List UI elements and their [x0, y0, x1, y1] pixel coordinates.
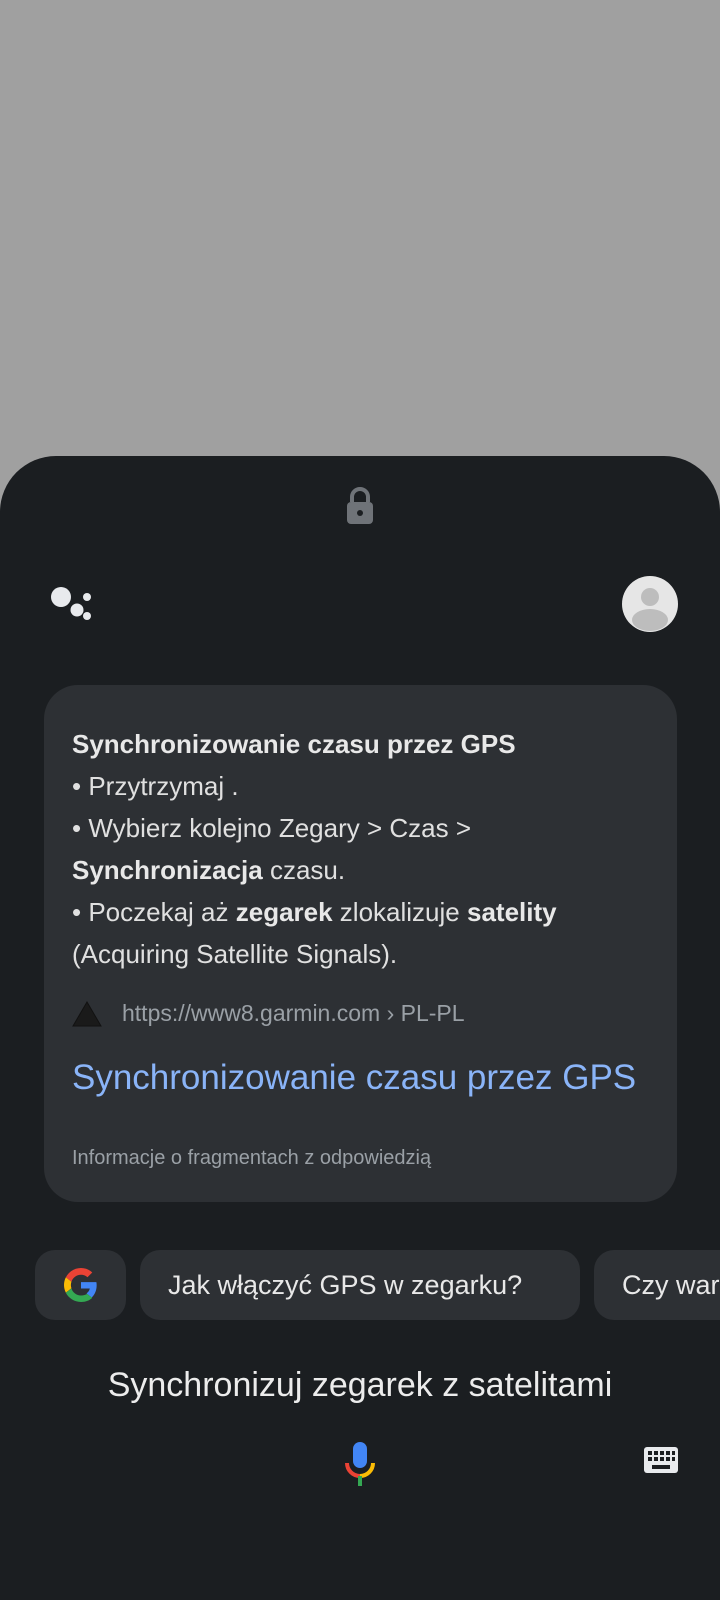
suggestion-chips: Jak włączyć GPS w zegarku? Czy war: [35, 1250, 720, 1320]
google-assistant-icon: [51, 587, 91, 620]
answer-step-2-cont: Synchronizacja czasu.: [72, 849, 649, 891]
person-icon: [632, 588, 668, 631]
suggestion-chip[interactable]: Jak włączyć GPS w zegarku?: [140, 1250, 580, 1320]
garmin-triangle-icon: [72, 1000, 102, 1026]
answer-step-3-a: • Poczekaj aż: [72, 897, 236, 927]
source-line[interactable]: https://www8.garmin.com › PL-PL: [72, 1000, 465, 1027]
keyboard-icon[interactable]: [643, 1446, 679, 1474]
snippet-info-link[interactable]: Informacje o fragmentach z odpowiedzią: [72, 1147, 431, 1170]
answer-step-3: • Poczekaj aż zegarek zlokalizuje sateli…: [72, 891, 649, 933]
query-text: Synchronizuj zegarek z satelitami: [107, 1366, 613, 1404]
answer-step-3-b: zlokalizuje: [332, 897, 467, 927]
answer-step-1: • Przytrzymaj .: [72, 771, 239, 801]
account-avatar[interactable]: [622, 576, 678, 632]
answer-text: Synchronizowanie czasu przez GPS • Przyt…: [72, 723, 649, 975]
answer-step-3-cont: (Acquiring Satellite Signals).: [72, 939, 398, 969]
microphone-icon[interactable]: [343, 1441, 377, 1487]
suggestion-chip[interactable]: Czy war: [594, 1250, 720, 1320]
google-search-chip[interactable]: [35, 1250, 126, 1320]
answer-step-2-rest: czasu.: [262, 855, 346, 885]
google-g-icon: [63, 1268, 97, 1302]
answer-step-2-bold: Synchronizacja: [72, 855, 263, 885]
source-url: https://www8.garmin.com › PL-PL: [122, 1000, 465, 1026]
result-link[interactable]: Synchronizowanie czasu przez GPS: [72, 1058, 636, 1098]
background-scrim[interactable]: [0, 0, 720, 456]
answer-title: Synchronizowanie czasu przez GPS: [72, 729, 516, 759]
assistant-sheet: Synchronizowanie czasu przez GPS • Przyt…: [0, 456, 720, 1600]
answer-step-2: • Wybierz kolejno Zegary > Czas >: [72, 813, 472, 843]
lock-icon: [347, 487, 373, 524]
answer-card[interactable]: Synchronizowanie czasu przez GPS • Przyt…: [44, 685, 677, 1202]
answer-step-3-bold2: satelity: [466, 897, 557, 927]
answer-step-3-bold1: zegarek: [235, 897, 333, 927]
